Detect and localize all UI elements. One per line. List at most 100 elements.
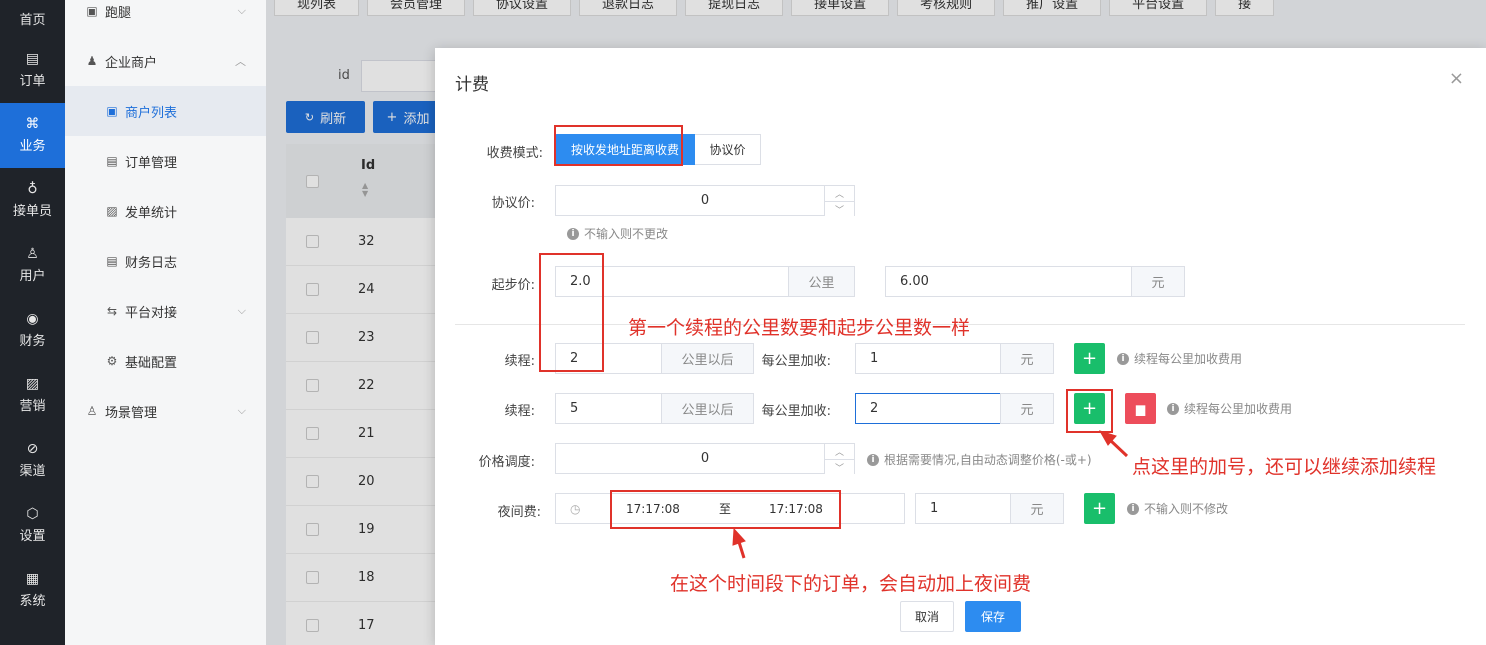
close-icon[interactable]: × [1449,68,1464,89]
merchant-icon: ▣ [106,104,118,118]
enterprise-icon: ♟ [86,54,98,68]
start-price-value: 6.00 [900,274,929,289]
save-button[interactable]: 保存 [965,601,1021,632]
system-icon: ▦ [25,571,40,587]
annotation-box-plus [1066,389,1113,433]
delete-cont-button[interactable]: ▆ [1125,393,1156,424]
annotation-box-mode [554,125,683,166]
subnav-scene-manage[interactable]: ♙ 场景管理 ⌵ [65,386,266,436]
subnav-dispatch-stats[interactable]: ▨ 发单统计 [65,186,266,236]
adjust-stepper[interactable]: ︿ ﹀ [824,444,854,474]
bike-icon: ♁ [27,181,38,197]
nav-user[interactable]: ♙ 用户 [0,233,65,298]
subnav-paotui[interactable]: ▣ 跑腿 ⌵ [65,0,266,36]
info-icon: i [1127,502,1139,515]
night-price-value: 1 [930,501,939,516]
nav-channel[interactable]: ⊘ 渠道 [0,428,65,493]
add-night-button[interactable]: + [1084,493,1115,524]
hint-text: 根据需要情况,自由动态调整价格(-或+) [884,453,1092,467]
subnav-merchant-list[interactable]: ▣ 商户列表 [65,86,266,136]
chevron-down-icon: ⌵ [237,304,246,317]
nav-courier[interactable]: ♁ 接单员 [0,168,65,233]
modal-title: 计费 [455,75,489,95]
nav-finance[interactable]: ◉ 财务 [0,298,65,363]
nav-label: 首页 [19,13,46,28]
subnav-base-config[interactable]: ⚙ 基础配置 [65,336,266,386]
night-hint: i 不输入则不修改 [1127,500,1228,517]
subnav-label: 跑腿 [105,5,132,21]
annotation-first-cont: 第一个续程的公里数要和起步公里数一样 [628,317,971,339]
agreement-hint: i 不输入则不更改 [567,225,668,242]
errand-icon: ▣ [86,4,98,18]
nav-order[interactable]: ▤ 订单 [0,38,65,103]
add-cont-button[interactable]: + [1074,343,1105,374]
subnav-order-manage[interactable]: ▤ 订单管理 [65,136,266,186]
document-icon: ▤ [106,154,118,168]
subnav-finance-log[interactable]: ▤ 财务日志 [65,236,266,286]
log-icon: ▤ [106,254,118,268]
info-icon: i [1117,352,1129,365]
per-km-label: 每公里加收: [761,354,831,369]
nav-label: 用户 [19,269,46,284]
stepper-up-icon[interactable]: ︿ [825,186,854,201]
stepper-down-icon[interactable]: ﹀ [825,459,854,474]
nav-label: 订单 [19,74,46,89]
cont1-price-input[interactable]: 1 [855,343,1001,374]
agreement-price-input[interactable]: 0 [555,185,855,216]
cancel-button[interactable]: 取消 [900,601,954,632]
cont2-hint: i 续程每公里加收费用 [1167,400,1292,417]
chart-icon: ▨ [106,204,118,218]
swap-icon: ⇆ [106,304,118,318]
start-label: 起步价: [491,278,535,293]
subnav-label: 财务日志 [125,255,178,271]
nav-label: 渠道 [19,464,46,479]
subnav-enterprise[interactable]: ♟ 企业商户 ︿ [65,36,266,86]
info-icon: i [567,227,579,240]
info-icon: i [867,453,879,466]
chevron-down-icon: ⌵ [237,404,246,417]
nav-label: 业务 [19,139,46,154]
nav-label: 接单员 [12,204,52,219]
channel-icon: ⊘ [26,441,39,457]
cont1-hint: i 续程每公里加收费用 [1117,350,1242,367]
agreement-stepper[interactable]: ︿ ﹀ [824,186,854,216]
annotation-box-km [539,253,604,372]
subnav-label: 企业商户 [105,55,158,71]
cont2-km-input[interactable]: 5 [555,393,662,424]
nav-settings[interactable]: ⬡ 设置 [0,493,65,558]
nav-marketing[interactable]: ▨ 营销 [0,363,65,428]
subnav-platform[interactable]: ⇆ 平台对接 ⌵ [65,286,266,336]
mode-label: 收费模式: [486,146,543,161]
stepper-up-icon[interactable]: ︿ [825,444,854,459]
cont2-price-input[interactable]: 2 [855,393,1001,424]
mode-agreement-button[interactable]: 协议价 [695,134,761,165]
subnav-label: 基础配置 [125,355,178,371]
adjust-input[interactable]: 0 [555,443,855,474]
cont2-price-unit: 元 [1000,393,1054,424]
nav-label: 设置 [19,529,46,544]
hint-text: 不输入则不修改 [1144,502,1229,516]
subnav-label: 订单管理 [125,155,178,171]
night-price-input[interactable]: 1 [915,493,1011,524]
subnav-label: 平台对接 [125,305,178,321]
settings-icon: ⬡ [26,506,39,522]
plus-icon: + [1091,498,1108,519]
business-icon: ⌘ [25,116,40,132]
cont1-price-unit: 元 [1000,343,1054,374]
nav-business[interactable]: ⌘ 业务 [0,103,65,168]
adjust-label: 价格调度: [478,455,535,470]
night-price-unit: 元 [1010,493,1064,524]
cont2-km-value: 5 [570,401,579,416]
nav-home[interactable]: 首页 [0,0,65,38]
clock-icon: ◷ [570,501,581,516]
order-icon: ▤ [25,51,40,67]
info-icon: i [1167,402,1179,415]
left-nav: 首页 ▤ 订单 ⌘ 业务 ♁ 接单员 ♙ 用户 ◉ 财务 ▨ 营销 ⊘ 渠道 ⬡… [0,0,65,645]
start-price-input[interactable]: 6.00 [885,266,1132,297]
annotation-plus-tip: 点这里的加号，还可以继续添加续程 [1132,456,1437,478]
annotation-box-time [610,490,841,529]
nav-system[interactable]: ▦ 系统 [0,558,65,623]
sub-nav: ▣ 跑腿 ⌵ ♟ 企业商户 ︿ ▣ 商户列表 ▤ 订单管理 ▨ 发单统计 ▤ 财… [65,0,266,645]
hint-text: 不输入则不更改 [584,227,669,241]
stepper-down-icon[interactable]: ﹀ [825,201,854,216]
